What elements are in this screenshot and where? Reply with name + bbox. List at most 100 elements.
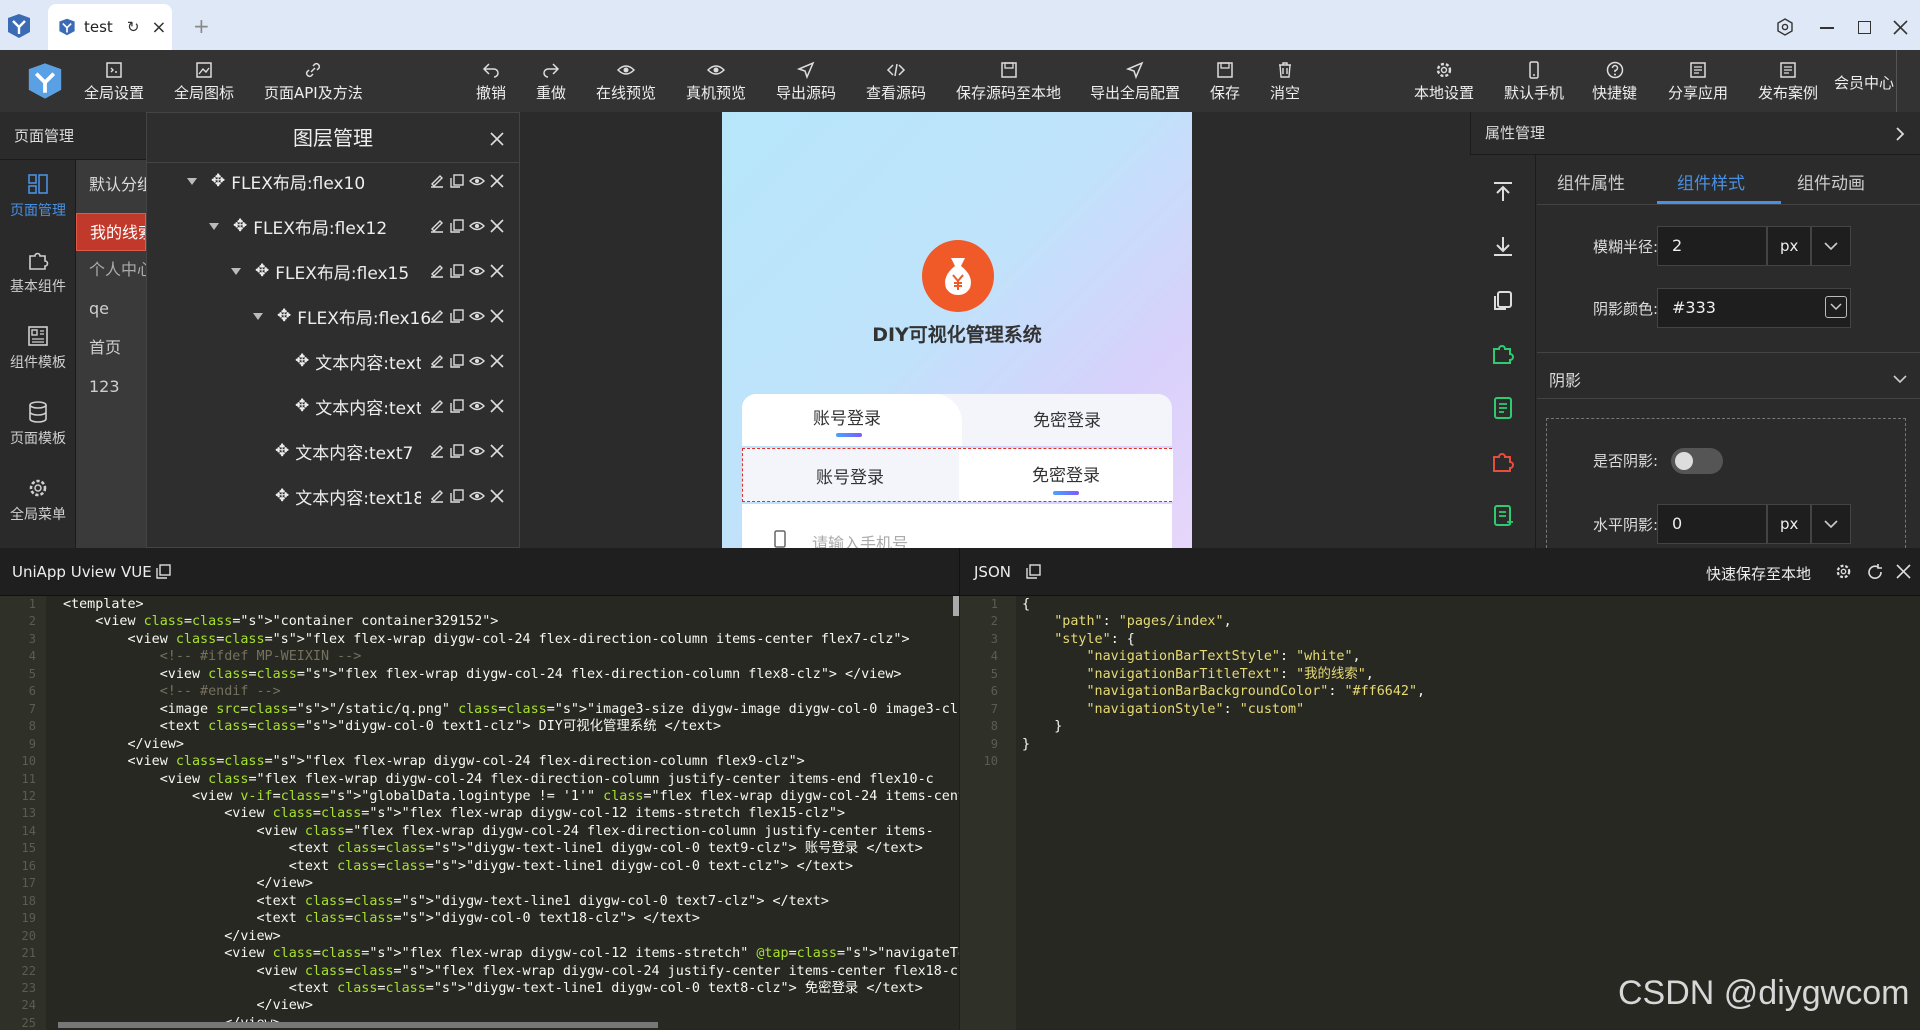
global-icons-button[interactable]: 全局图标 <box>174 60 234 103</box>
edit-icon[interactable] <box>429 173 445 189</box>
login-tab-nopass[interactable]: 免密登录 <box>959 461 1173 486</box>
caret-down-icon[interactable] <box>209 222 219 230</box>
close-icon[interactable] <box>489 131 505 147</box>
move-icon[interactable]: ✥ <box>275 441 289 461</box>
login-tab-nopass[interactable]: 免密登录 <box>962 406 1172 431</box>
vue-code-editor[interactable]: 1 2 3 4 5 6 7 8 9 10 11 12 13 14 15 16 1… <box>0 596 959 1030</box>
move-icon[interactable]: ✥ <box>295 351 309 371</box>
delete-icon[interactable] <box>489 263 505 279</box>
eye-icon[interactable] <box>469 443 485 459</box>
tab-component-style[interactable]: 组件样式 <box>1677 169 1745 194</box>
sidebar-item-basic-components[interactable]: 基本组件 <box>0 248 76 296</box>
layer-row[interactable]: ✥ 文本内容:text18 <box>275 481 519 511</box>
view-source-button[interactable]: 查看源码 <box>866 60 926 103</box>
page-item-active[interactable]: 我的线索 <box>76 213 146 251</box>
copy-icon[interactable] <box>156 564 171 579</box>
shadow-color-input[interactable]: #333 <box>1657 288 1851 328</box>
copy-icon[interactable] <box>449 398 465 414</box>
eye-icon[interactable] <box>469 488 485 504</box>
h-shadow-input[interactable]: 0 <box>1657 504 1767 544</box>
move-icon[interactable]: ✥ <box>255 261 269 281</box>
tab-close-icon[interactable]: × <box>151 17 166 38</box>
copy-icon[interactable] <box>449 263 465 279</box>
layer-row[interactable]: ✥ FLEX布局:flex12 <box>209 211 519 241</box>
login-tab-account[interactable]: 账号登录 <box>742 404 952 429</box>
edit-icon[interactable] <box>429 308 445 324</box>
refresh-icon[interactable]: ↻ <box>127 18 140 36</box>
caret-down-icon[interactable] <box>187 177 197 185</box>
copy-icon[interactable] <box>449 308 465 324</box>
layer-row[interactable]: ✥ 文本内容:text9 <box>295 346 519 376</box>
delete-icon[interactable] <box>489 443 505 459</box>
move-icon[interactable]: ✥ <box>277 306 291 326</box>
copy-icon[interactable] <box>449 173 465 189</box>
share-app-button[interactable]: 分享应用 <box>1668 60 1728 103</box>
shortcuts-button[interactable]: 快捷键 <box>1592 60 1637 103</box>
delete-icon[interactable] <box>489 398 505 414</box>
edit-icon[interactable] <box>429 263 445 279</box>
default-phone-button[interactable]: 默认手机 <box>1504 60 1564 103</box>
unit-dropdown[interactable] <box>1811 226 1851 266</box>
phone-input[interactable]: 请输入手机号 <box>812 530 908 548</box>
page-item[interactable]: 123 <box>76 368 146 406</box>
export-source-button[interactable]: 导出源码 <box>776 60 836 103</box>
move-icon[interactable]: ✥ <box>275 486 289 506</box>
redo-button[interactable]: 重做 <box>536 60 566 103</box>
undo-button[interactable]: 撤销 <box>476 60 506 103</box>
tab-component-animation[interactable]: 组件动画 <box>1797 169 1865 194</box>
layer-row[interactable]: ✥ 文本内容:text <box>295 391 519 421</box>
edit-icon[interactable] <box>429 218 445 234</box>
edit-icon[interactable] <box>429 443 445 459</box>
edit-icon[interactable] <box>429 353 445 369</box>
login-tabs-2-selected[interactable]: 账号登录 免密登录 <box>742 448 1173 502</box>
page-item[interactable]: 个人中心 <box>76 251 146 289</box>
copy-icon[interactable] <box>449 353 465 369</box>
chevron-down-icon[interactable] <box>1893 374 1907 384</box>
gear-icon[interactable] <box>1834 562 1853 581</box>
enable-shadow-toggle[interactable] <box>1671 448 1723 474</box>
move-icon[interactable]: ✥ <box>211 171 225 191</box>
layer-row[interactable]: ✥ FLEX布局:flex15 <box>231 256 519 286</box>
layer-row[interactable]: ✥ FLEX布局:flex10 <box>187 166 519 196</box>
move-icon[interactable]: ✥ <box>233 216 247 236</box>
edit-icon[interactable] <box>429 398 445 414</box>
delete-icon[interactable] <box>489 308 505 324</box>
unit-dropdown[interactable] <box>1811 504 1851 544</box>
global-settings-button[interactable]: 全局设置 <box>84 60 144 103</box>
eye-icon[interactable] <box>469 173 485 189</box>
add-document-icon[interactable] <box>1490 503 1516 529</box>
member-center-link[interactable]: 会员中心 <box>1834 72 1894 93</box>
layer-row[interactable]: ✥ 文本内容:text7 <box>275 436 519 466</box>
layer-row[interactable]: ✥ FLEX布局:flex16 <box>253 301 519 331</box>
eye-icon[interactable] <box>469 218 485 234</box>
sidebar-item-global-menu[interactable]: 全局菜单 <box>0 476 76 524</box>
chevron-right-icon[interactable] <box>1895 126 1905 142</box>
close-icon[interactable] <box>1893 20 1908 35</box>
browser-tab[interactable]: test ↻ × <box>48 4 172 50</box>
quick-save-local-button[interactable]: 快速保存至本地 <box>1706 563 1811 584</box>
page-api-button[interactable]: 页面API及方法 <box>264 60 363 103</box>
copy-icon[interactable] <box>449 443 465 459</box>
remove-component-icon[interactable] <box>1490 449 1516 475</box>
page-item[interactable]: 首页 <box>76 329 146 367</box>
caret-down-icon[interactable] <box>231 267 241 275</box>
copy-icon[interactable] <box>1490 287 1516 313</box>
horizontal-scrollbar[interactable] <box>58 1022 658 1028</box>
page-item[interactable]: qe <box>76 290 146 328</box>
copy-icon[interactable] <box>1026 564 1041 579</box>
new-tab-icon[interactable]: + <box>193 14 210 38</box>
login-tab-account[interactable]: 账号登录 <box>743 463 957 488</box>
delete-icon[interactable] <box>489 488 505 504</box>
eye-icon[interactable] <box>469 263 485 279</box>
maximize-icon[interactable] <box>1858 21 1871 34</box>
delete-icon[interactable] <box>489 218 505 234</box>
tab-component-props[interactable]: 组件属性 <box>1557 169 1625 194</box>
settings-icon[interactable] <box>1776 18 1794 36</box>
delete-icon[interactable] <box>489 173 505 189</box>
caret-down-icon[interactable] <box>253 312 263 320</box>
save-button[interactable]: 保存 <box>1210 60 1240 103</box>
sidebar-item-page-templates[interactable]: 页面模板 <box>0 400 76 448</box>
device-preview-button[interactable]: 真机预览 <box>686 60 746 103</box>
publish-case-button[interactable]: 发布案例 <box>1758 60 1818 103</box>
move-bottom-icon[interactable] <box>1490 233 1516 259</box>
